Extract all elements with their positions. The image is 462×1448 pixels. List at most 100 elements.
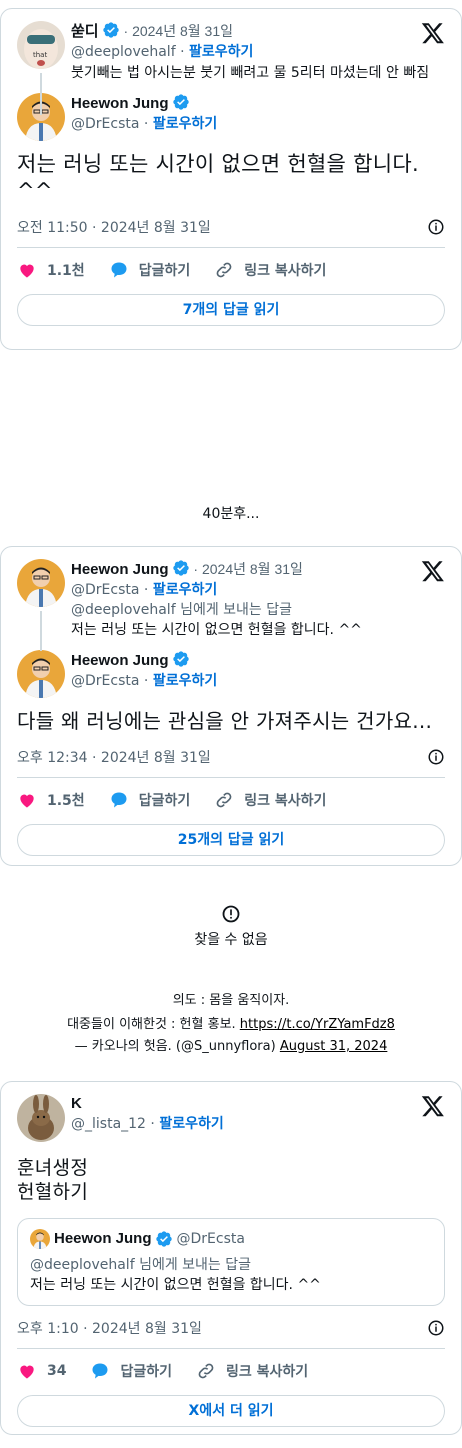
like-count: 1.5천 bbox=[47, 793, 85, 809]
tweet-date[interactable]: 2024년 8월 31일 bbox=[202, 561, 303, 577]
like-button[interactable]: 1.1천 bbox=[17, 260, 85, 280]
embed-text-line-1: 의도 : 몸을 움직이자. bbox=[172, 993, 290, 1008]
author-handle[interactable]: @DrEcsta bbox=[71, 116, 139, 132]
embed-attribution: — 카오나의 헛음. (@S_unnyflora) bbox=[74, 1039, 280, 1054]
reply-context: @deeplovehalf 님에게 보내는 답글 bbox=[71, 600, 362, 620]
verified-badge-icon bbox=[172, 94, 189, 110]
link-icon bbox=[216, 262, 232, 278]
reply-label: 답글하기 bbox=[138, 263, 191, 279]
x-logo-icon[interactable] bbox=[421, 559, 445, 583]
tweet-text: 저는 러닝 또는 시간이 없으면 헌혈을 합니다. ^^ bbox=[71, 622, 362, 638]
copy-link-label: 링크 복사하기 bbox=[226, 1364, 309, 1380]
reply-label: 답글하기 bbox=[138, 793, 191, 809]
tweet-actions: 34 답글하기 링크 복사하기 bbox=[17, 1351, 445, 1391]
link-icon bbox=[216, 792, 232, 808]
like-count: 34 bbox=[47, 1363, 67, 1379]
link-icon bbox=[198, 1363, 214, 1379]
reply-button[interactable]: 답글하기 bbox=[90, 1361, 172, 1381]
info-icon[interactable] bbox=[427, 1319, 445, 1337]
quote-header: Heewon Jung @DrEcsta bbox=[30, 1229, 432, 1249]
copy-link-label: 링크 복사하기 bbox=[244, 263, 327, 279]
copy-link-button[interactable]: 링크 복사하기 bbox=[196, 1361, 308, 1381]
tweet-date-row: 오후 1:10 · 2024년 8월 31일 bbox=[17, 1318, 445, 1349]
mention-link[interactable]: @deeplovehalf bbox=[30, 1257, 135, 1273]
main-tweet-header: Heewon Jung @DrEcsta · 팔로우하기 bbox=[17, 93, 445, 141]
author-name[interactable]: K bbox=[71, 1094, 224, 1114]
follow-button[interactable]: 팔로우하기 bbox=[153, 673, 217, 689]
reply-button[interactable]: 답글하기 bbox=[109, 790, 191, 810]
x-logo-icon[interactable] bbox=[421, 1094, 445, 1118]
author-handle[interactable]: @DrEcsta bbox=[71, 582, 139, 598]
follow-button[interactable]: 팔로우하기 bbox=[153, 582, 217, 598]
tweet-text: 훈녀생정 헌혈하기 bbox=[17, 1156, 445, 1204]
reply-bubble-icon bbox=[92, 1363, 108, 1379]
tweet-datetime[interactable]: 오후 12:34 · 2024년 8월 31일 bbox=[17, 747, 211, 767]
like-count: 1.1천 bbox=[47, 263, 85, 279]
tweet-date[interactable]: 2024년 8월 31일 bbox=[132, 23, 233, 39]
author-handle[interactable]: @deeplovehalf bbox=[71, 44, 176, 60]
tweet-datetime[interactable]: 오후 1:10 · 2024년 8월 31일 bbox=[17, 1318, 202, 1338]
thread-connector bbox=[40, 73, 42, 115]
main-tweet-header: Heewon Jung @DrEcsta · 팔로우하기 bbox=[17, 650, 445, 698]
copy-link-button[interactable]: 링크 복사하기 bbox=[214, 790, 326, 810]
avatar bbox=[30, 1229, 50, 1249]
author-name[interactable]: 쑫디 bbox=[71, 23, 99, 40]
quote-text: 저는 러닝 또는 시간이 없으면 헌혈을 합니다. ^^ bbox=[30, 1277, 321, 1293]
heart-icon bbox=[20, 1365, 34, 1379]
follow-button[interactable]: 팔로우하기 bbox=[159, 1116, 223, 1132]
follow-button[interactable]: 팔로우하기 bbox=[189, 44, 253, 60]
reply-button[interactable]: 답글하기 bbox=[109, 260, 191, 280]
embed-date-link[interactable]: August 31, 2024 bbox=[280, 1039, 388, 1054]
tweet-text: 붓기빼는 법 아시는분 붓기 빼려고 물 5리터 마셨는데 안 빠짐 bbox=[71, 65, 430, 81]
author-handle[interactable]: @_lista_12 bbox=[71, 1116, 146, 1132]
mention-link[interactable]: @deeplovehalf bbox=[71, 602, 176, 618]
embed-text-prefix: 대중들이 이해한것 : 헌혈 홍보. bbox=[67, 1017, 240, 1032]
tco-link[interactable]: https://t.co/YrZYamFdz8 bbox=[240, 1017, 395, 1032]
avatar[interactable] bbox=[17, 559, 65, 607]
tweet-actions: 1.1천 답글하기 링크 복사하기 bbox=[17, 250, 445, 290]
reply-to-suffix: 님에게 보내는 답글 bbox=[134, 1257, 252, 1273]
avatar[interactable] bbox=[17, 1094, 65, 1142]
embed-text-line-2: 대중들이 이해한것 : 헌혈 홍보. https://t.co/YrZYamFd… bbox=[0, 1013, 462, 1032]
svg-text:that: that bbox=[33, 51, 47, 59]
info-icon[interactable] bbox=[427, 748, 445, 766]
like-button[interactable]: 1.5천 bbox=[17, 790, 85, 810]
info-icon[interactable] bbox=[427, 218, 445, 236]
tweet-date-row: 오후 12:34 · 2024년 8월 31일 bbox=[17, 747, 445, 778]
verified-badge-icon bbox=[102, 22, 119, 38]
tweet-text: 저는 러닝 또는 시간이 없으면 헌혈을 합니다. ^^ bbox=[17, 152, 419, 203]
author-name[interactable]: Heewon Jung bbox=[71, 561, 169, 578]
copy-link-label: 링크 복사하기 bbox=[244, 793, 327, 809]
read-replies-button[interactable]: 25개의 답글 읽기 bbox=[17, 824, 445, 856]
tweet-card-1: that 쑫디 · 2024년 8월 31일 @deeplovehalf · 팔… bbox=[0, 8, 462, 350]
verified-badge-icon bbox=[172, 560, 189, 576]
like-button[interactable]: 34 bbox=[17, 1361, 66, 1381]
tweet-card-3: K @_lista_12 · 팔로우하기 훈녀생정 헌혈하기 Heewon Ju… bbox=[0, 1081, 462, 1435]
embed-text-line-3: — 카오나의 헛음. (@S_unnyflora) August 31, 202… bbox=[0, 1035, 462, 1054]
reply-label: 답글하기 bbox=[120, 1364, 173, 1380]
read-replies-button[interactable]: 7개의 답글 읽기 bbox=[17, 294, 445, 326]
quote-author-name: Heewon Jung bbox=[54, 1230, 152, 1247]
x-logo-icon[interactable] bbox=[421, 21, 445, 45]
thread-connector bbox=[40, 611, 42, 651]
quote-author-handle: @DrEcsta bbox=[176, 1231, 245, 1247]
tweet-card-2: Heewon Jung · 2024년 8월 31일 @DrEcsta · 팔로… bbox=[0, 546, 462, 866]
quoted-tweet[interactable]: Heewon Jung @DrEcsta @deeplovehalf 님에게 보… bbox=[17, 1218, 445, 1306]
tweet-text-line-2: 헌혈하기 bbox=[17, 1181, 89, 1203]
alert-icon bbox=[222, 905, 240, 923]
tweet-datetime[interactable]: 오전 11:50 · 2024년 8월 31일 bbox=[17, 217, 211, 237]
copy-link-button[interactable]: 링크 복사하기 bbox=[214, 260, 326, 280]
avatar[interactable]: that bbox=[17, 21, 65, 69]
reply-bubble-icon bbox=[111, 792, 127, 808]
read-more-on-x-button[interactable]: X에서 더 읽기 bbox=[17, 1395, 445, 1427]
verified-badge-icon bbox=[155, 1231, 172, 1247]
author-handle[interactable]: @DrEcsta bbox=[71, 673, 139, 689]
parent-tweet[interactable]: Heewon Jung · 2024년 8월 31일 @DrEcsta · 팔로… bbox=[17, 559, 445, 640]
author-name[interactable]: Heewon Jung bbox=[71, 652, 169, 669]
avatar[interactable] bbox=[17, 650, 65, 698]
follow-button[interactable]: 팔로우하기 bbox=[153, 116, 217, 132]
parent-tweet[interactable]: that 쑫디 · 2024년 8월 31일 @deeplovehalf · 팔… bbox=[17, 21, 445, 83]
author-name[interactable]: Heewon Jung bbox=[71, 95, 169, 112]
heart-icon bbox=[20, 794, 34, 808]
reply-bubble-icon bbox=[111, 262, 127, 278]
